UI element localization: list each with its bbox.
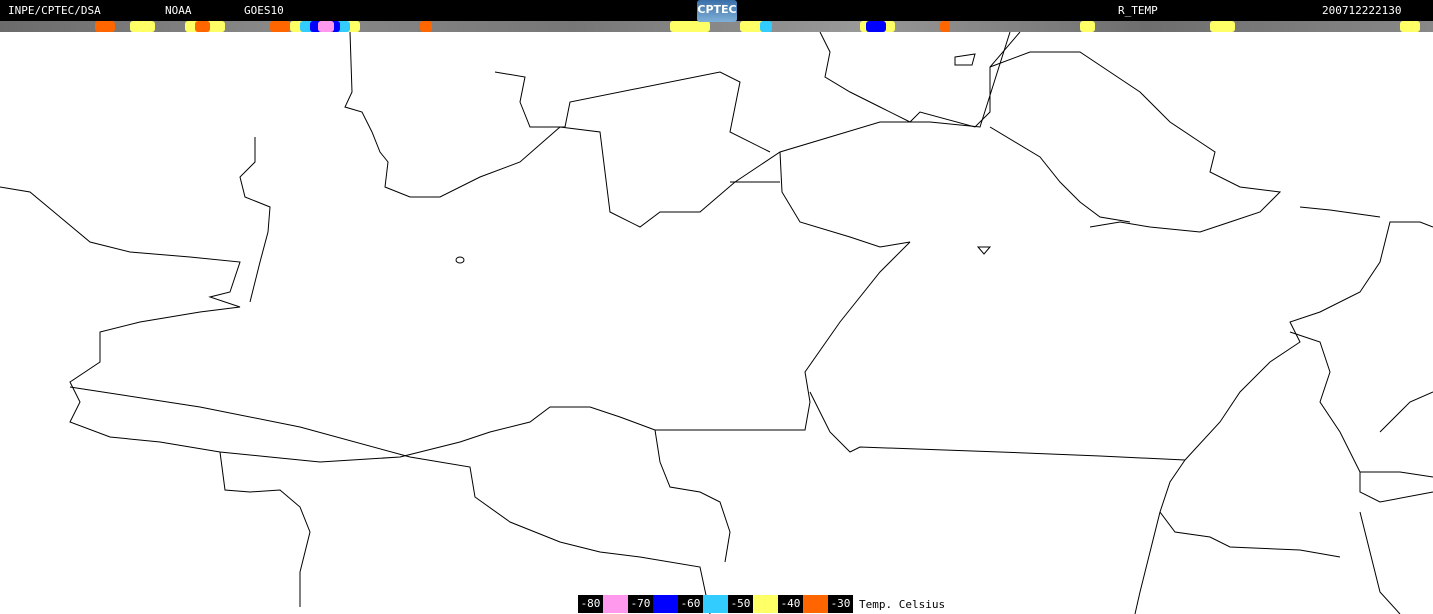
border-line xyxy=(809,391,1186,461)
border-line xyxy=(494,71,771,153)
lake-outline xyxy=(976,246,992,255)
legend-label: -70 xyxy=(628,595,653,613)
legend-swatch-pink xyxy=(603,595,628,613)
cptec-logo: CPTEC xyxy=(697,0,737,22)
border-line xyxy=(1359,511,1401,614)
product-label: R_TEMP xyxy=(1118,4,1158,17)
border-line xyxy=(989,126,1131,223)
datetime-label: 200712222130 xyxy=(1322,4,1402,17)
agency-label: NOAA xyxy=(165,4,192,17)
temperature-legend: -80 -70 -60 -50 -40 -30 Temp. Celsius xyxy=(578,595,945,613)
legend-title: Temp. Celsius xyxy=(859,597,946,611)
border-line xyxy=(819,32,1021,128)
legend-swatch-yellow xyxy=(753,595,778,613)
source-label: INPE/CPTEC/DSA xyxy=(8,4,101,17)
legend-label: -40 xyxy=(778,595,803,613)
border-line xyxy=(344,32,1011,228)
border-line xyxy=(654,429,731,563)
border-line xyxy=(1379,391,1433,433)
satellite-imagery-strip xyxy=(0,21,1433,32)
lake-outline xyxy=(954,53,976,66)
border-line xyxy=(69,386,711,614)
satellite-map-view: INPE/CPTEC/DSA NOAA GOES10 R_TEMP 200712… xyxy=(0,0,1433,614)
legend-swatch-blue xyxy=(653,595,678,613)
border-line xyxy=(1184,221,1433,461)
border-line xyxy=(779,151,911,248)
border-line xyxy=(989,51,1282,233)
border-line xyxy=(1299,206,1381,218)
border-line xyxy=(0,186,656,463)
border-line xyxy=(239,137,271,303)
legend-swatch-orange xyxy=(803,595,828,613)
border-line xyxy=(1289,331,1433,478)
legend-label: -60 xyxy=(678,595,703,613)
boundary-map xyxy=(0,32,1433,614)
legend-label: -50 xyxy=(728,595,753,613)
border-line xyxy=(1159,459,1341,558)
border-line xyxy=(1134,511,1161,614)
legend-label: -80 xyxy=(578,595,603,613)
border-line xyxy=(655,241,911,431)
legend-label: -30 xyxy=(828,595,853,613)
border-line xyxy=(219,451,311,607)
satellite-label: GOES10 xyxy=(244,4,284,17)
border-line xyxy=(1359,472,1433,503)
lake-outline xyxy=(455,256,465,264)
legend-swatch-cyan xyxy=(703,595,728,613)
